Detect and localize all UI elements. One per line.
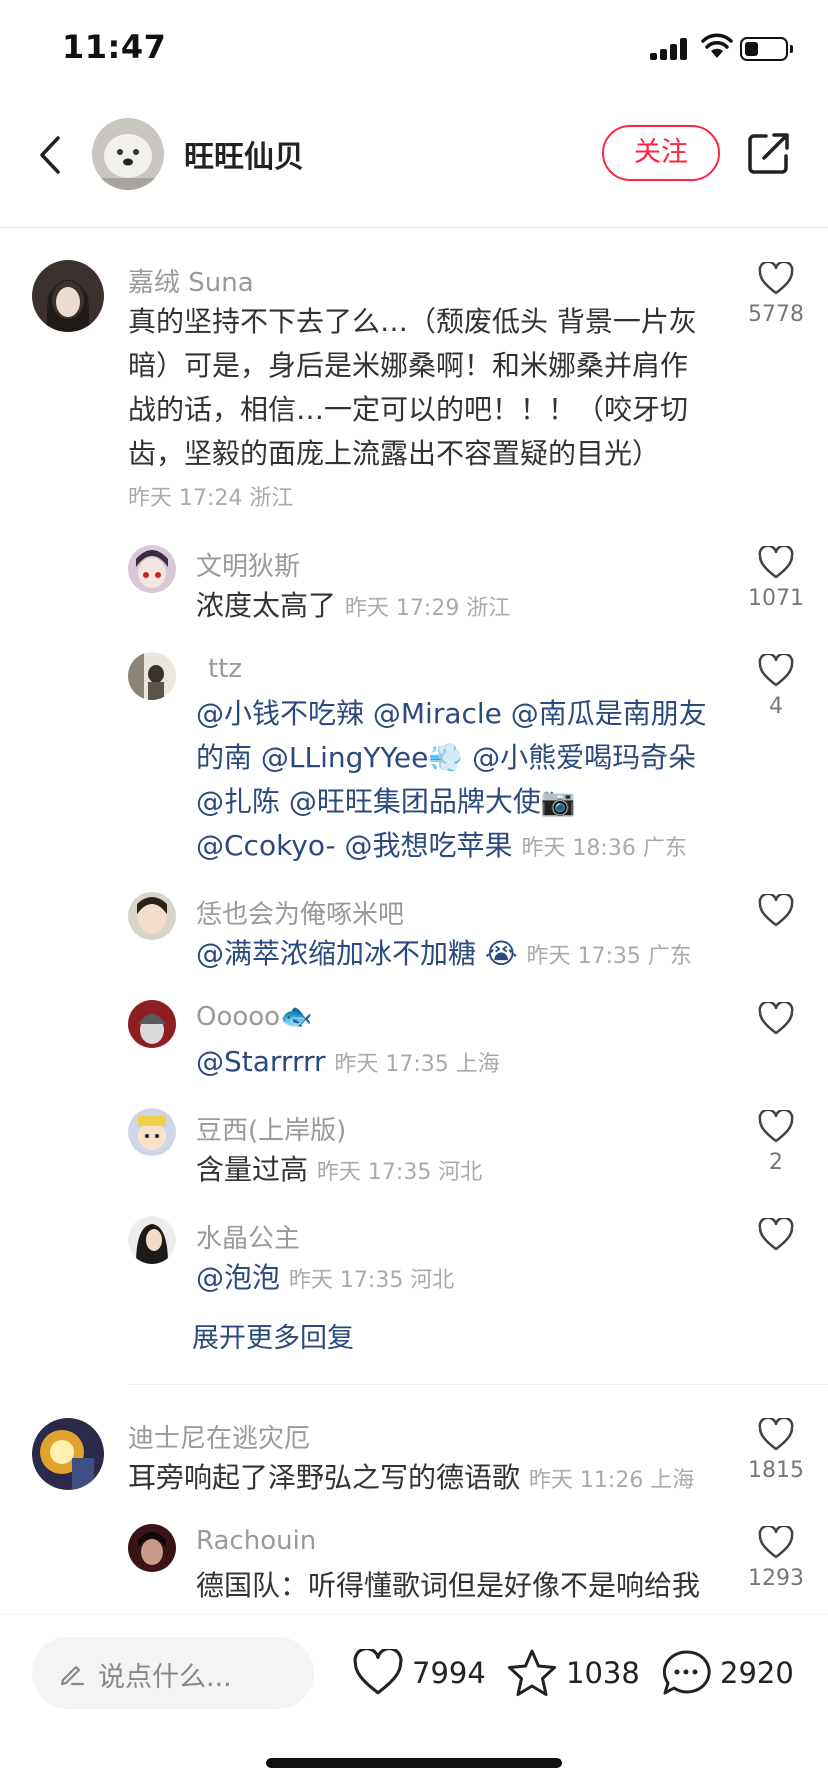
heart-icon bbox=[758, 654, 794, 687]
comment-username[interactable]: 嘉绒 Suna bbox=[128, 262, 254, 299]
battery-icon bbox=[740, 37, 793, 61]
reply-text: @泡泡 昨天 17:35 河北 bbox=[196, 1261, 455, 1294]
like-count: 1815 bbox=[748, 1458, 804, 1483]
reply-username[interactable]: 水晶公主 bbox=[196, 1218, 300, 1255]
like-button[interactable]: 1815 bbox=[746, 1418, 806, 1483]
like-count: 2 bbox=[769, 1150, 783, 1175]
heart-icon bbox=[758, 1418, 794, 1451]
like-count: 5778 bbox=[748, 302, 804, 327]
heart-icon bbox=[758, 894, 794, 927]
heart-icon bbox=[758, 1526, 794, 1559]
like-button[interactable]: 1293 bbox=[746, 1526, 806, 1591]
like-button[interactable] bbox=[746, 894, 806, 928]
avatar[interactable] bbox=[128, 1216, 176, 1264]
reply-username[interactable]: 恁也会为俺啄米吧 bbox=[196, 894, 404, 931]
comment-text: 真的坚持不下去了么…（颓废低头 背景一片灰暗）可是，身后是米娜桑啊！和米娜桑并肩… bbox=[128, 305, 697, 470]
like-button[interactable]: 2 bbox=[746, 1110, 806, 1175]
like-button[interactable]: 5778 bbox=[746, 262, 806, 327]
avatar[interactable] bbox=[128, 1108, 176, 1156]
reply-username[interactable]: 豆西(上岸版) bbox=[196, 1110, 346, 1147]
avatar[interactable] bbox=[128, 545, 176, 593]
input-placeholder: 说点什么... bbox=[98, 1662, 232, 1693]
reply-text: 浓度太高了 昨天 17:29 浙江 bbox=[196, 589, 511, 622]
heart-icon bbox=[758, 1110, 794, 1143]
wifi-icon bbox=[701, 33, 733, 58]
avatar[interactable] bbox=[32, 1418, 104, 1490]
avatar[interactable] bbox=[128, 1000, 176, 1048]
reply-text: @小钱不吃辣 @Miracle @南瓜是南朋友 的南 @LLingYYee💨 @… bbox=[196, 697, 707, 862]
expand-replies-button[interactable]: 展开更多回复 bbox=[192, 1316, 354, 1355]
avatar[interactable] bbox=[32, 260, 104, 332]
star-icon bbox=[508, 1649, 556, 1696]
author-avatar[interactable] bbox=[92, 118, 164, 190]
like-count: 1071 bbox=[748, 586, 804, 611]
comment-action[interactable]: 2920 bbox=[660, 1643, 794, 1703]
collect-action[interactable]: 1038 bbox=[506, 1643, 640, 1703]
like-count: 1293 bbox=[748, 1566, 804, 1591]
heart-icon bbox=[758, 262, 794, 295]
comment-icon bbox=[662, 1650, 711, 1695]
share-button[interactable] bbox=[746, 130, 792, 176]
avatar[interactable] bbox=[128, 1524, 176, 1572]
author-name[interactable]: 旺旺仙贝 bbox=[184, 132, 304, 176]
pencil-icon bbox=[60, 1665, 85, 1686]
heart-icon bbox=[758, 546, 794, 579]
reply-username[interactable]: 文明狄斯 bbox=[196, 546, 300, 583]
note-header: 旺旺仙贝 关注 bbox=[0, 100, 828, 228]
heart-icon bbox=[758, 1218, 794, 1251]
like-total: 7994 bbox=[412, 1656, 486, 1690]
like-button[interactable]: 4 bbox=[746, 654, 806, 719]
reply-text: 含量过高 昨天 17:35 河北 bbox=[196, 1153, 483, 1186]
avatar[interactable] bbox=[128, 652, 176, 700]
comment-text: 耳旁响起了泽野弘之写的德语歌 昨天 11:26 上海 bbox=[128, 1461, 695, 1494]
like-button[interactable] bbox=[746, 1002, 806, 1036]
heart-icon bbox=[758, 1002, 794, 1035]
signal-icon bbox=[650, 38, 690, 60]
home-indicator bbox=[266, 1758, 562, 1768]
reply-username[interactable]: Ooooo🐟 bbox=[196, 1002, 312, 1032]
comment-meta: 昨天 17:24 浙江 bbox=[128, 486, 294, 511]
like-button[interactable]: 1071 bbox=[746, 546, 806, 611]
comment-username[interactable]: 迪士尼在逃灾厄 bbox=[128, 1418, 310, 1455]
reply-text: 德国队：听得懂歌词但是好像不是响给我 bbox=[196, 1569, 701, 1602]
divider bbox=[128, 1384, 828, 1385]
like-count: 4 bbox=[769, 694, 783, 719]
comment-total: 2920 bbox=[720, 1656, 794, 1690]
back-button[interactable] bbox=[32, 130, 72, 180]
star-total: 1038 bbox=[566, 1656, 640, 1690]
comment-input[interactable]: 说点什么... bbox=[32, 1637, 314, 1709]
reply-text: @满萃浓缩加冰不加糖 😭 昨天 17:35 广东 bbox=[196, 937, 692, 970]
like-action[interactable]: 7994 bbox=[352, 1643, 486, 1703]
avatar[interactable] bbox=[128, 892, 176, 940]
reply-username[interactable]: ttz bbox=[208, 654, 242, 684]
like-button[interactable] bbox=[746, 1218, 806, 1252]
status-bar: 11:47 bbox=[0, 0, 828, 100]
status-time: 11:47 bbox=[62, 28, 167, 66]
heart-icon bbox=[353, 1649, 403, 1695]
reply-text: @Starrrrr 昨天 17:35 上海 bbox=[196, 1045, 500, 1078]
reply-username[interactable]: Rachouin bbox=[196, 1526, 316, 1556]
follow-button[interactable]: 关注 bbox=[602, 125, 720, 181]
